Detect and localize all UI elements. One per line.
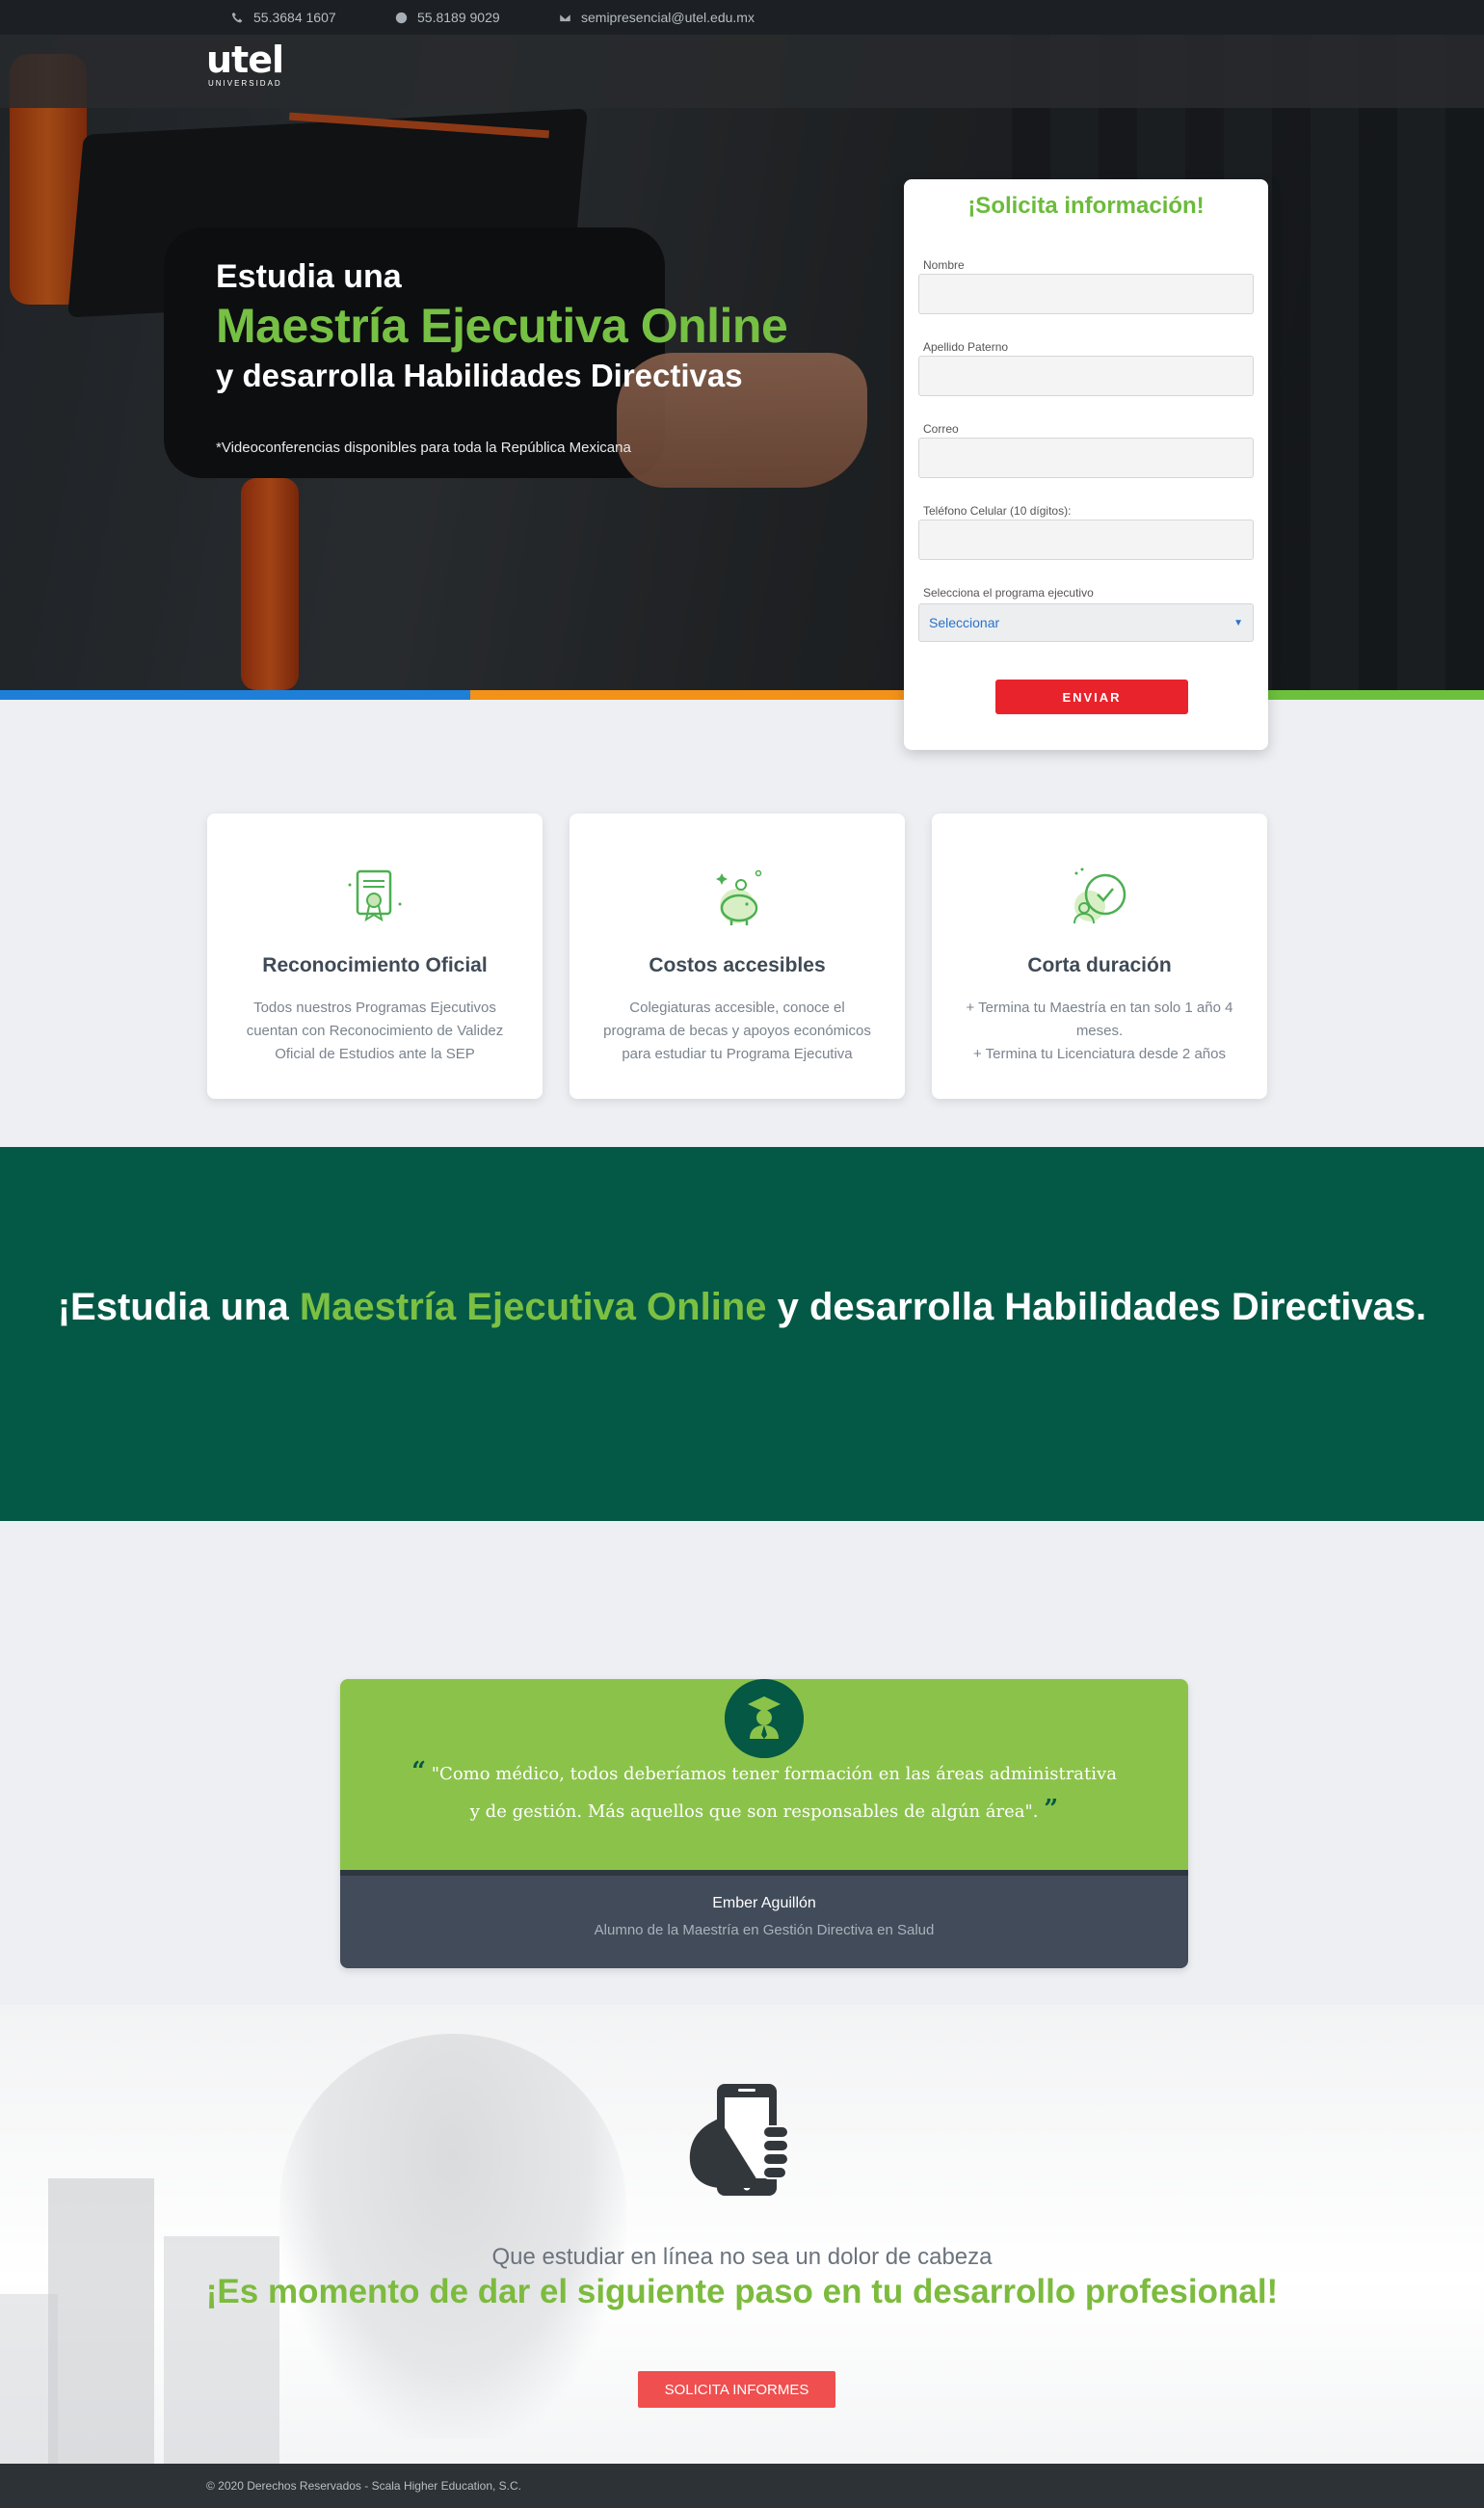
card-description: Todos nuestros Programas Ejecutivos cuen… bbox=[246, 1000, 504, 1062]
testimonial-quote: “ "Como médico, todos deberíamos tener f… bbox=[408, 1754, 1121, 1829]
submit-button[interactable]: ENVIAR bbox=[995, 680, 1188, 714]
phone-icon bbox=[231, 12, 243, 22]
program-select-value: Seleccionar bbox=[929, 615, 1000, 630]
hero-headline: Estudia una Maestría Ejecutiva Online y … bbox=[216, 256, 788, 456]
copyright-text: © 2020 Derechos Reservados - Scala Highe… bbox=[206, 2479, 522, 2493]
email-address: semipresencial@utel.edu.mx bbox=[581, 10, 755, 25]
first-name-input[interactable] bbox=[918, 274, 1254, 314]
last-name-label: Apellido Paterno bbox=[923, 340, 1009, 354]
logo-wordmark: utel bbox=[206, 39, 284, 81]
hero-line-1: Estudia una bbox=[216, 258, 402, 295]
envelope-icon bbox=[559, 13, 571, 22]
program-select-label: Selecciona el programa ejecutivo bbox=[923, 586, 1094, 600]
whatsapp-contact[interactable]: 55.8189 9029 bbox=[395, 0, 500, 35]
phone-number-1: 55.3684 1607 bbox=[253, 10, 336, 25]
phone-number-2: 55.8189 9029 bbox=[417, 10, 500, 25]
banner-text-pre: ¡Estudia una bbox=[57, 1286, 300, 1328]
phone-in-hand-icon bbox=[689, 2084, 789, 2196]
card-description: Colegiaturas accesible, conoce el progra… bbox=[603, 1000, 871, 1062]
hero-line-2: Maestría Ejecutiva Online bbox=[216, 299, 788, 353]
program-select[interactable]: Seleccionar ▼ bbox=[918, 603, 1254, 642]
cta-subtitle: Que estudiar en línea no sea un dolor de… bbox=[491, 2244, 993, 2270]
info-request-form: ¡Solicita información! Nombre Apellido P… bbox=[904, 179, 1268, 750]
graduate-avatar-icon bbox=[725, 1679, 804, 1758]
open-quote-icon: “ bbox=[411, 1757, 427, 1786]
top-contact-bar: 55.3684 1607 55.8189 9029 semipresencial… bbox=[0, 0, 1484, 35]
feature-card-official: Reconocimiento Oficial Todos nuestros Pr… bbox=[207, 814, 543, 1099]
color-stripe-blue bbox=[0, 690, 470, 700]
certificate-icon bbox=[348, 869, 402, 922]
hero-note: *Videoconferencias disponibles para toda… bbox=[216, 440, 631, 456]
card-title: Reconocimiento Oficial bbox=[262, 954, 488, 976]
logo-subtitle: UNIVERSIDAD bbox=[208, 79, 282, 88]
close-quote-icon: ” bbox=[1044, 1795, 1059, 1824]
testimonial-author-area: Ember Aguillón Alumno de la Maestría en … bbox=[340, 1870, 1188, 1968]
testimonial-quote-text: "Como médico, todos deberíamos tener for… bbox=[431, 1764, 1117, 1822]
banner-text-post: y desarrolla Habilidades Directivas. bbox=[766, 1286, 1427, 1328]
card-description: + Termina tu Maestría en tan solo 1 año … bbox=[966, 1000, 1233, 1062]
feature-card-duration: Corta duración + Termina tu Maestría en … bbox=[932, 814, 1267, 1099]
phone-input[interactable] bbox=[918, 520, 1254, 560]
email-contact[interactable]: semipresencial@utel.edu.mx bbox=[559, 0, 755, 35]
chevron-down-icon: ▼ bbox=[1233, 617, 1243, 628]
card-title: Corta duración bbox=[1027, 954, 1172, 976]
testimonial-author-role: Alumno de la Maestría en Gestión Directi… bbox=[594, 1922, 935, 1938]
phone-contact[interactable]: 55.3684 1607 bbox=[231, 0, 336, 35]
testimonial-card: “ "Como médico, todos deberíamos tener f… bbox=[340, 1679, 1188, 1968]
cta-section: Que estudiar en línea no sea un dolor de… bbox=[0, 2005, 1484, 2464]
green-banner: ¡Estudia una Maestría Ejecutiva Online y… bbox=[0, 1147, 1484, 1521]
background-person bbox=[279, 2034, 626, 2439]
phone-label: Teléfono Celular (10 dígitos): bbox=[923, 504, 1072, 518]
feature-card-costs: Costos accesibles Colegiaturas accesible… bbox=[570, 814, 905, 1099]
email-label: Correo bbox=[923, 422, 959, 436]
background-building bbox=[48, 2178, 154, 2464]
footer: © 2020 Derechos Reservados - Scala Highe… bbox=[0, 2464, 1484, 2508]
card-title: Costos accesibles bbox=[649, 954, 826, 976]
last-name-input[interactable] bbox=[918, 356, 1254, 396]
whatsapp-icon bbox=[395, 12, 408, 23]
cta-headline: ¡Es momento de dar el siguiente paso en … bbox=[205, 2273, 1279, 2310]
first-name-label: Nombre bbox=[923, 258, 965, 272]
request-info-button[interactable]: SOLICITA INFORMES bbox=[638, 2371, 835, 2408]
banner-text-highlight: Maestría Ejecutiva Online bbox=[299, 1286, 767, 1328]
form-title: ¡Solicita información! bbox=[967, 193, 1205, 219]
utel-logo[interactable]: utel UNIVERSIDAD bbox=[206, 39, 284, 89]
email-input[interactable] bbox=[918, 438, 1254, 478]
clock-user-icon bbox=[1073, 867, 1126, 924]
piggy-bank-icon bbox=[716, 869, 762, 925]
banner-headline: ¡Estudia una Maestría Ejecutiva Online y… bbox=[0, 1282, 1484, 1332]
testimonial-author-name: Ember Aguillón bbox=[712, 1895, 816, 1911]
hero-line-3: y desarrolla Habilidades Directivas bbox=[216, 358, 743, 393]
testimonial-quote-area: “ "Como médico, todos deberíamos tener f… bbox=[340, 1679, 1188, 1870]
